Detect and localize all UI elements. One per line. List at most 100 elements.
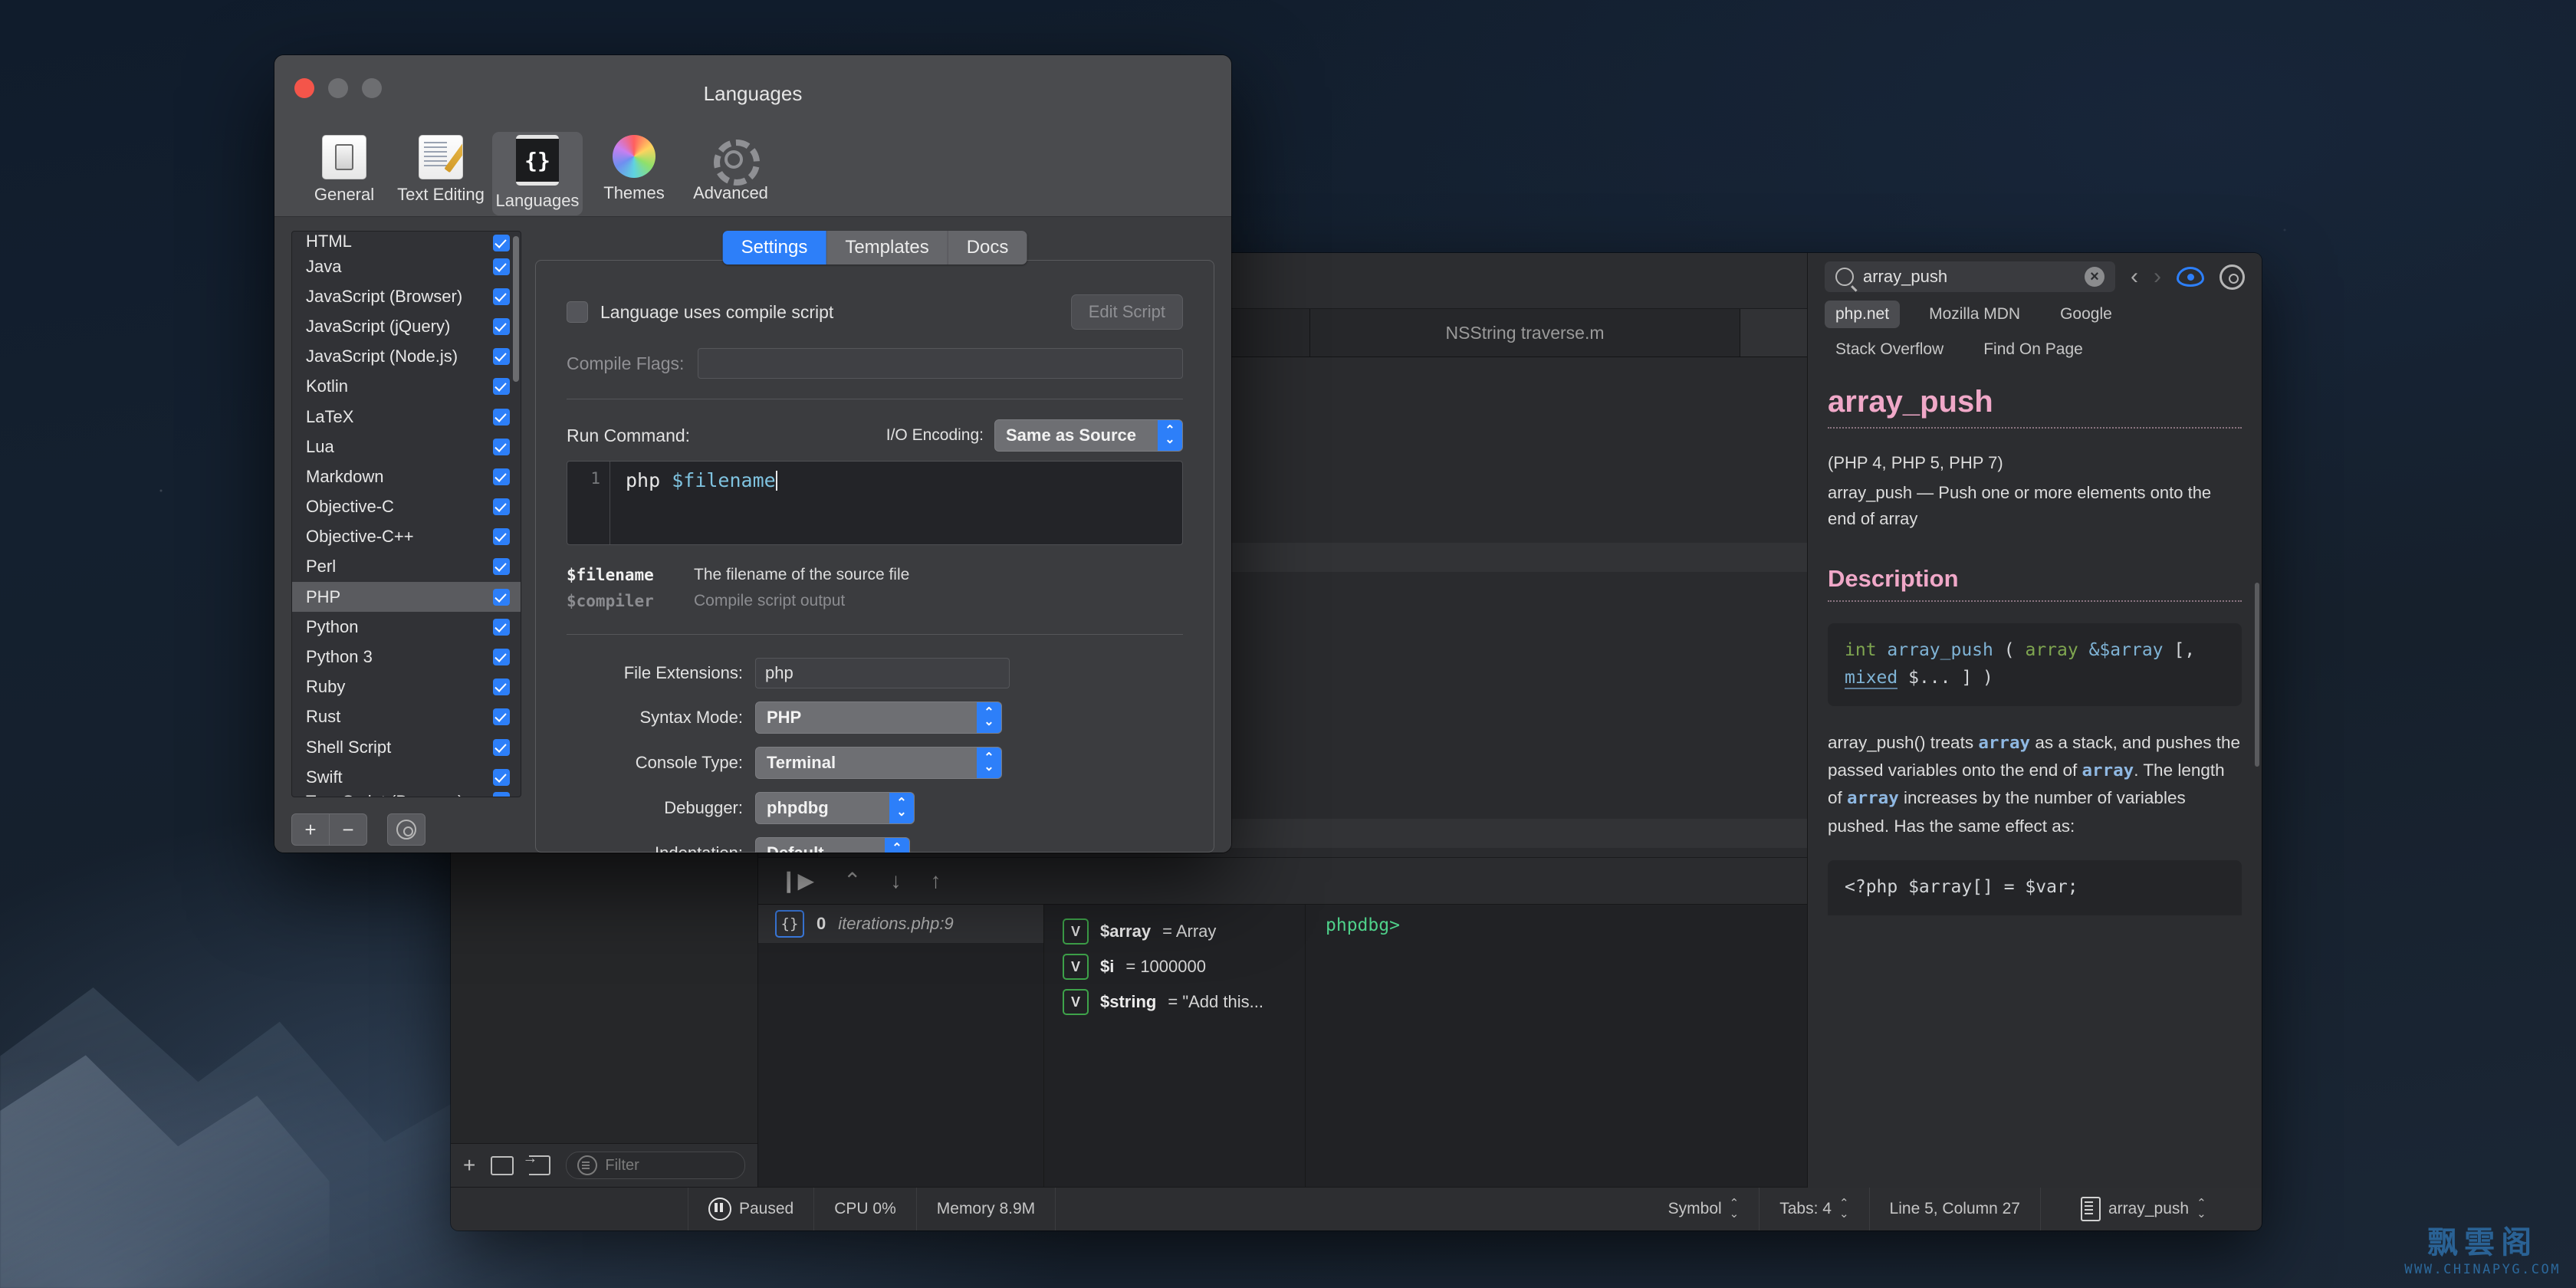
gear-icon[interactable] [2220,264,2245,290]
language-row[interactable]: Objective-C [292,492,521,522]
language-checkbox[interactable] [493,708,510,725]
prefs-tab-advanced[interactable]: Advanced [685,132,776,208]
prefs-tab-languages[interactable]: {} Languages [492,132,583,215]
docs-content[interactable]: array_push (PHP 4, PHP 5, PHP 7) array_p… [1808,373,2262,1188]
tab-templates[interactable]: Templates [826,231,948,264]
clear-icon[interactable]: × [2085,267,2104,287]
docs-source-google[interactable]: Google [2049,301,2123,328]
call-stack-pane[interactable]: {} 0 iterations.php:9 [758,905,1044,1187]
language-checkbox[interactable] [493,235,510,251]
language-row-php[interactable]: PHP [292,582,521,612]
language-row[interactable]: Rust [292,702,521,732]
prefs-tab-text-editing[interactable]: Text Editing [396,132,486,209]
tab-docs[interactable]: Docs [948,231,1027,264]
language-checkbox[interactable] [493,378,510,395]
language-checkbox[interactable] [493,288,510,305]
remove-language-button[interactable]: − [330,813,367,846]
prefs-tab-themes[interactable]: Themes [589,132,679,208]
language-checkbox[interactable] [493,258,510,275]
variable-row[interactable]: V $string = "Add this... [1044,984,1305,1020]
language-row[interactable]: HTML [292,232,521,251]
io-encoding-select[interactable]: Same as Source ⌃⌄ [994,419,1183,452]
continue-icon[interactable]: ❙▶ [780,870,814,892]
language-checkbox[interactable] [493,792,510,797]
language-checkbox[interactable] [493,528,510,545]
syntax-mode-select[interactable]: PHP ⌃⌄ [755,702,1002,734]
language-checkbox[interactable] [493,619,510,636]
language-row[interactable]: Shell Script [292,732,521,762]
step-into-icon[interactable]: ↓ [890,870,901,892]
language-checkbox[interactable] [493,318,510,335]
language-row[interactable]: Python 3 [292,642,521,672]
status-symbol-menu[interactable]: Symbol ⌃⌄ [1648,1188,1760,1230]
add-language-button[interactable]: + [291,813,330,846]
language-checkbox[interactable] [493,468,510,485]
new-folder-icon[interactable] [491,1156,514,1175]
add-file-icon[interactable]: + [463,1155,475,1176]
zoom-icon[interactable] [362,78,382,98]
compile-flags-input[interactable] [698,348,1183,379]
variables-pane[interactable]: V $array = Array V $i = 1000000 V $strin… [1044,905,1306,1187]
language-row[interactable]: Kotlin [292,372,521,402]
language-checkbox[interactable] [493,498,510,515]
language-row[interactable]: JavaScript (jQuery) [292,311,521,341]
language-row[interactable]: JavaScript (Browser) [292,281,521,311]
language-row[interactable]: Objective-C++ [292,522,521,552]
stack-frame-row[interactable]: {} 0 iterations.php:9 [758,905,1043,943]
run-command-editor[interactable]: 1 php $filename [567,461,1183,545]
status-doc-symbol[interactable]: array_push ⌃⌄ [2041,1188,2262,1230]
language-checkbox[interactable] [493,739,510,756]
language-checkbox[interactable] [493,649,510,665]
docs-source-find-on-page[interactable]: Find On Page [1973,336,2094,363]
language-row[interactable]: LaTeX [292,402,521,432]
chevron-right-icon[interactable]: › [2154,265,2161,288]
status-tabs-menu[interactable]: Tabs: 4 ⌃⌄ [1760,1188,1869,1230]
debugger-select[interactable]: phpdbg ⌃⌄ [755,792,915,824]
command-text[interactable]: php $filename [610,462,777,544]
file-extensions-input[interactable]: php [755,658,1010,688]
language-row[interactable]: Lua [292,432,521,462]
language-checkbox[interactable] [493,769,510,786]
variable-row[interactable]: V $array = Array [1044,914,1305,949]
filter-input[interactable]: Filter [566,1152,745,1179]
language-checkbox[interactable] [493,558,510,575]
language-row[interactable]: TypeScript (Browser) [292,792,521,797]
prefs-tab-general[interactable]: General [299,132,389,209]
docs-search-input[interactable]: array_push × [1825,261,2115,292]
language-row[interactable]: JavaScript (Node.js) [292,342,521,372]
docs-source-stackoverflow[interactable]: Stack Overflow [1825,336,1954,363]
language-row[interactable]: Perl [292,552,521,582]
close-icon[interactable] [294,78,314,98]
language-list[interactable]: HTML Java JavaScript (Browser) JavaScrip… [291,231,521,797]
eye-icon[interactable] [2177,267,2204,287]
compile-script-checkbox[interactable] [567,301,588,323]
language-checkbox[interactable] [493,589,510,606]
indentation-select[interactable]: Default ⌃⌄ [755,837,910,853]
language-row[interactable]: Swift [292,762,521,792]
language-checkbox[interactable] [493,348,510,365]
docs-source-phpnet[interactable]: php.net [1825,301,1900,328]
language-checkbox[interactable] [493,409,510,426]
reveal-icon[interactable] [529,1155,550,1175]
language-row[interactable]: Java [292,251,521,281]
docs-source-mdn[interactable]: Mozilla MDN [1918,301,2031,328]
language-row[interactable]: Ruby [292,672,521,702]
language-checkbox[interactable] [493,439,510,455]
window-controls[interactable] [294,78,382,98]
minimize-icon[interactable] [328,78,348,98]
language-checkbox[interactable] [493,678,510,695]
chevron-left-icon[interactable]: ‹ [2131,265,2138,288]
docs-scrollbar[interactable] [2255,583,2259,767]
step-over-icon[interactable]: ⌃ [843,870,861,892]
language-row[interactable]: Markdown [292,462,521,491]
language-list-scrollbar[interactable] [513,236,519,382]
language-settings-button[interactable] [387,813,426,846]
edit-script-button[interactable]: Edit Script [1071,294,1183,330]
variable-row[interactable]: V $i = 1000000 [1044,949,1305,984]
step-out-icon[interactable]: ↑ [930,870,941,892]
editor-tab-nsstring[interactable]: NSString traverse.m [1310,309,1740,356]
tab-settings[interactable]: Settings [723,231,827,264]
console-type-select[interactable]: Terminal ⌃⌄ [755,747,1002,779]
settings-tab-group[interactable]: Settings Templates Docs [723,231,1027,264]
language-row[interactable]: Python [292,612,521,642]
